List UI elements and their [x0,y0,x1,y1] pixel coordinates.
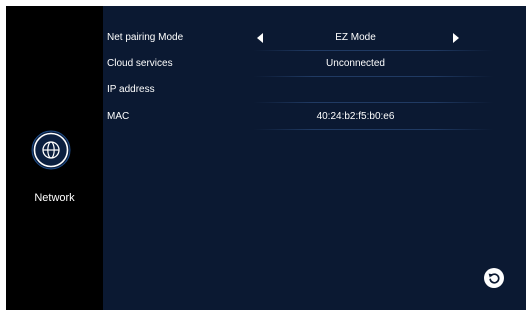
setting-row-net-pairing-mode: Net pairing Mode EZ Mode [103,25,526,51]
network-tab[interactable] [31,130,71,170]
network-label: Network [34,192,75,204]
setting-value: Unconnected [326,58,385,69]
back-icon [488,273,500,284]
setting-label: Net pairing Mode [107,32,184,43]
setting-label: MAC [107,111,130,122]
back-button[interactable] [484,268,504,288]
setting-value [253,77,458,103]
setting-value[interactable]: EZ Mode [253,25,458,51]
setting-row-ip-address: IP address [103,77,526,103]
divider [253,129,493,130]
sidebar: Network [6,6,103,310]
arrow-right-icon[interactable] [453,33,459,43]
setting-label: IP address [107,84,155,95]
network-settings-screen: Network Net pairing Mode EZ Mode Cloud s… [6,6,526,310]
setting-value: 40:24:b2:f5:b0:e6 [316,111,395,122]
setting-row-mac: MAC 40:24:b2:f5:b0:e6 [103,104,526,130]
divider [253,102,493,103]
globe-icon [31,130,71,170]
setting-label: Cloud services [107,58,173,69]
setting-row-cloud-services: Cloud services Unconnected [103,51,526,77]
